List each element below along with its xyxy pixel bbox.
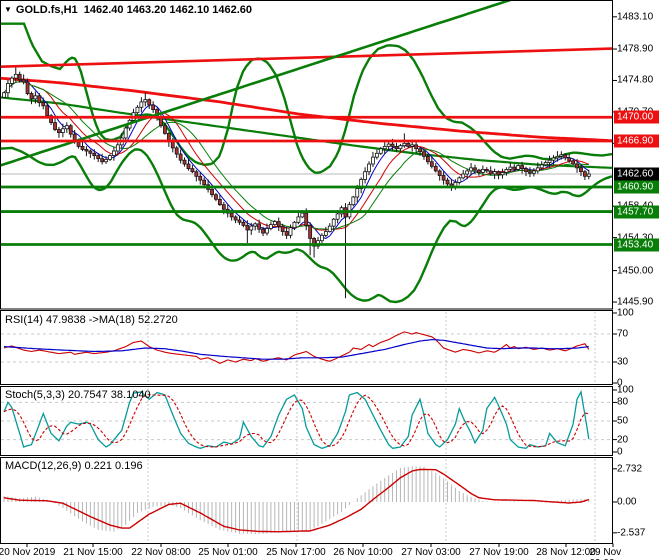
macd-scale-label: 2.732 bbox=[617, 463, 643, 475]
time-tick-label: 21 Nov 15:00 bbox=[63, 547, 123, 558]
macd-panel[interactable] bbox=[3, 466, 590, 535]
time-tick-label: 27 Nov 19:00 bbox=[469, 547, 529, 558]
indicator-vgrid bbox=[147, 312, 596, 542]
symbol-dropdown-icon[interactable]: ▼ bbox=[4, 5, 12, 14]
macd-scale-label: 0.00 bbox=[617, 496, 637, 508]
red-trendline bbox=[1, 47, 612, 68]
rsi-scale-label: 30 bbox=[617, 356, 629, 368]
rsi-ma-line bbox=[3, 338, 589, 360]
time-tick-label: 20 Nov 2019 bbox=[0, 547, 56, 558]
chart-title: ▼ GOLD.fs,H1 1462.40 1463.20 1462.10 1462… bbox=[4, 4, 252, 16]
time-tick-label: 27 Nov 03:00 bbox=[401, 547, 461, 558]
time-tick-label: 25 Nov 17:00 bbox=[266, 547, 326, 558]
price-badge-support: 1460.90 bbox=[614, 180, 659, 194]
macd-indicator-label: MACD(12,26,9) 0.221 0.196 bbox=[5, 460, 143, 472]
stoch-scale-label: 100 bbox=[617, 384, 634, 396]
ma-fast-line bbox=[3, 78, 590, 239]
time-tick-label: 22 Nov 08:00 bbox=[131, 547, 191, 558]
ohlc-readout: 1462.40 1463.20 1462.10 1462.60 bbox=[83, 4, 252, 16]
stoch-scale-label: 20 bbox=[617, 434, 629, 446]
price-badge-support: 1457.70 bbox=[614, 205, 659, 219]
stoch-scale-label: 0 bbox=[617, 446, 623, 458]
time-tick-label: 25 Nov 01:00 bbox=[198, 547, 258, 558]
stoch-scale-label: 50 bbox=[617, 415, 629, 427]
time-tick-label: 29 Nov 09:00 bbox=[589, 547, 622, 560]
price-badge-resistance: 1470.00 bbox=[614, 110, 659, 124]
symbol-period-label: GOLD.fs,H1 bbox=[15, 4, 78, 16]
price-tick-label: 1445.90 bbox=[617, 296, 654, 308]
stoch-indicator-label: Stoch(5,3,3) 20.7547 38.1040 bbox=[5, 389, 151, 401]
chart-window: ▼ GOLD.fs,H1 1462.40 1463.20 1462.10 1462… bbox=[0, 0, 660, 560]
rsi-panel[interactable] bbox=[1, 331, 612, 365]
macd-scale-label: -2.537 bbox=[617, 527, 646, 539]
chart-canvas[interactable] bbox=[0, 0, 660, 560]
price-tick-label: 1483.10 bbox=[617, 11, 654, 23]
price-tick-label: 1474.80 bbox=[617, 74, 654, 86]
rsi-scale-label: 100 bbox=[617, 307, 634, 319]
macd-signal-line bbox=[3, 468, 590, 533]
main-price-panel[interactable] bbox=[0, 0, 612, 304]
price-badge-support: 1453.40 bbox=[614, 238, 659, 252]
time-tick-label: 28 Nov 12:00 bbox=[536, 547, 596, 558]
price-badge-current: 1462.60 bbox=[614, 167, 659, 181]
stoch-scale-label: 80 bbox=[617, 396, 629, 408]
price-badge-resistance: 1466.90 bbox=[614, 134, 659, 148]
band-upper-line bbox=[1, 22, 612, 174]
rsi-scale-label: 70 bbox=[617, 328, 629, 340]
rsi-indicator-label: RSI(14) 47.9838 ->MA(18) 52.2720 bbox=[5, 314, 178, 326]
price-tick-label: 1478.90 bbox=[617, 43, 654, 55]
time-tick-label: 26 Nov 10:00 bbox=[333, 547, 393, 558]
price-tick-label: 1450.00 bbox=[617, 265, 654, 277]
